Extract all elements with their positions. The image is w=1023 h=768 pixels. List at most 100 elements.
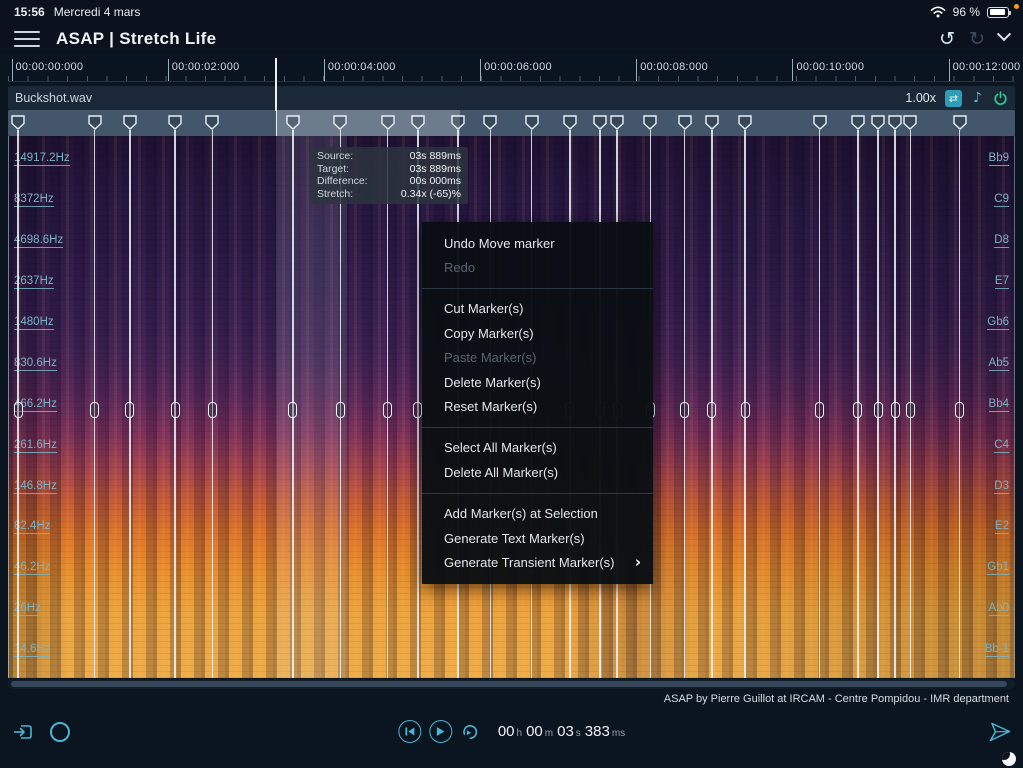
marker-handle[interactable] [707,402,716,418]
marker-flag-icon[interactable] [205,115,219,130]
freq-label: 82.4Hz [14,520,50,534]
freq-label: 1480Hz [14,316,54,330]
marker-handle[interactable] [288,402,297,418]
marker-flag-icon[interactable] [953,115,967,130]
timeline-ruler[interactable]: 00:00:00:00000:00:02:00000:00:04:00000:0… [8,56,1015,82]
marker-flag-icon[interactable] [381,115,395,130]
skip-back-button[interactable] [398,720,421,743]
menu-icon[interactable] [14,31,40,47]
battery-percent: 96 % [953,5,980,19]
note-label: Ab0 [989,602,1009,616]
chevron-down-icon[interactable] [997,27,1011,41]
clock-date: Mercredi 4 mars [54,5,141,19]
marker-flag-icon[interactable] [610,115,624,130]
app-header: ASAP | Stretch Life ↺ ↻ [0,24,1023,54]
import-file-icon[interactable] [12,722,34,742]
battery-icon [987,7,1009,18]
marker-flag-icon[interactable] [333,115,347,130]
time-segment: 03s [557,723,581,740]
marker-handle[interactable] [815,402,824,418]
stretch-mode-icon[interactable]: ⇄ [945,90,962,107]
marker-handle[interactable] [14,402,23,418]
marker-handle[interactable] [906,402,915,418]
record-icon[interactable] [50,722,70,742]
marker-handle[interactable] [874,402,883,418]
menu-item[interactable]: Delete All Marker(s) [422,460,653,484]
marker-handle[interactable] [680,402,689,418]
horizontal-scrollbar[interactable] [8,679,1015,689]
menu-item[interactable]: Generate Transient Marker(s)› [422,550,653,574]
freq-label: 8372Hz [14,193,54,207]
marker-handle[interactable] [208,402,217,418]
note-label: Gb1 [987,561,1009,575]
marker-handle[interactable] [336,402,345,418]
freq-label: 830.6Hz [14,357,57,371]
menu-item[interactable]: Select All Marker(s) [422,436,653,460]
marker-flag-icon[interactable] [851,115,865,130]
marker-flag-icon[interactable] [483,115,497,130]
marker-handle[interactable] [955,402,964,418]
marker-handle[interactable] [853,402,862,418]
timeline-minor-ticks [8,76,1015,81]
menu-item[interactable]: Delete Marker(s) [422,370,653,394]
credit-text: ASAP by Pierre Guillot at IRCAM - Centre… [664,693,1009,705]
menu-item[interactable]: Generate Text Marker(s) [422,526,653,550]
marker-handle[interactable] [90,402,99,418]
marker-handle[interactable] [383,402,392,418]
marker-handle[interactable] [741,402,750,418]
bottom-toolbar: 00h00m03s383ms [0,709,1023,754]
note-label: Bb4 [989,398,1009,412]
marker-flag-icon[interactable] [593,115,607,130]
marker-flag-icon[interactable] [738,115,752,130]
send-icon[interactable] [989,722,1011,742]
marker-flag-icon[interactable] [678,115,692,130]
time-segment: 00h [498,723,522,740]
marker-flag-icon[interactable] [451,115,465,130]
track-bar[interactable]: Buckshot.wav 1.00x ⇄ ♪ [8,86,1015,110]
marker-flag-icon[interactable] [705,115,719,130]
tooltip-row: Difference:00s 000ms [317,175,461,188]
music-note-icon[interactable]: ♪ [969,90,986,107]
marker-flag-icon[interactable] [88,115,102,130]
freq-label: 14.6Hz [14,643,50,657]
playback-speed[interactable]: 1.00x [905,91,936,105]
marker-handle[interactable] [891,402,900,418]
marker-flag-icon[interactable] [286,115,300,130]
note-label: E2 [995,520,1009,534]
note-label: Gb6 [987,316,1009,330]
marker-handle[interactable] [171,402,180,418]
freq-label: 14917.2Hz [14,152,70,166]
marker-handle[interactable] [125,402,134,418]
marker-flag-icon[interactable] [643,115,657,130]
power-icon[interactable] [993,91,1008,106]
marker-flag-icon[interactable] [813,115,827,130]
loop-button[interactable] [460,723,480,741]
undo-icon[interactable]: ↺ [939,30,955,49]
menu-item[interactable]: Copy Marker(s) [422,321,653,345]
strip-selection[interactable] [276,110,460,136]
stretch-tooltip: Source:03s 889msTarget:03s 889msDifferen… [310,147,468,204]
marker-flag-icon[interactable] [123,115,137,130]
note-label: C4 [994,439,1009,453]
marker-flag-icon[interactable] [903,115,917,130]
marker-handle[interactable] [413,402,422,418]
menu-item[interactable]: Reset Marker(s) [422,394,653,418]
play-button[interactable] [429,720,452,743]
marker-flag-icon[interactable] [11,115,25,130]
bottom-strip [0,754,1023,768]
marker-flag-icon[interactable] [168,115,182,130]
wifi-icon [930,6,946,18]
marker-flag-icon[interactable] [888,115,902,130]
menu-item[interactable]: Add Marker(s) at Selection [422,502,653,526]
marker-flag-icon[interactable] [563,115,577,130]
marker-flag-icon[interactable] [411,115,425,130]
menu-item[interactable]: Undo Move marker [422,231,653,255]
marker-flag-icon[interactable] [871,115,885,130]
context-menu: Undo Move markerRedo Cut Marker(s)Copy Ma… [422,222,653,584]
menu-item: Redo [422,255,653,279]
marker-flag-icon[interactable] [525,115,539,130]
playhead[interactable] [275,58,277,111]
menu-item[interactable]: Cut Marker(s) [422,297,653,321]
horizontal-scrollbar-thumb[interactable] [11,681,1007,687]
tooltip-row: Source:03s 889ms [317,150,461,163]
